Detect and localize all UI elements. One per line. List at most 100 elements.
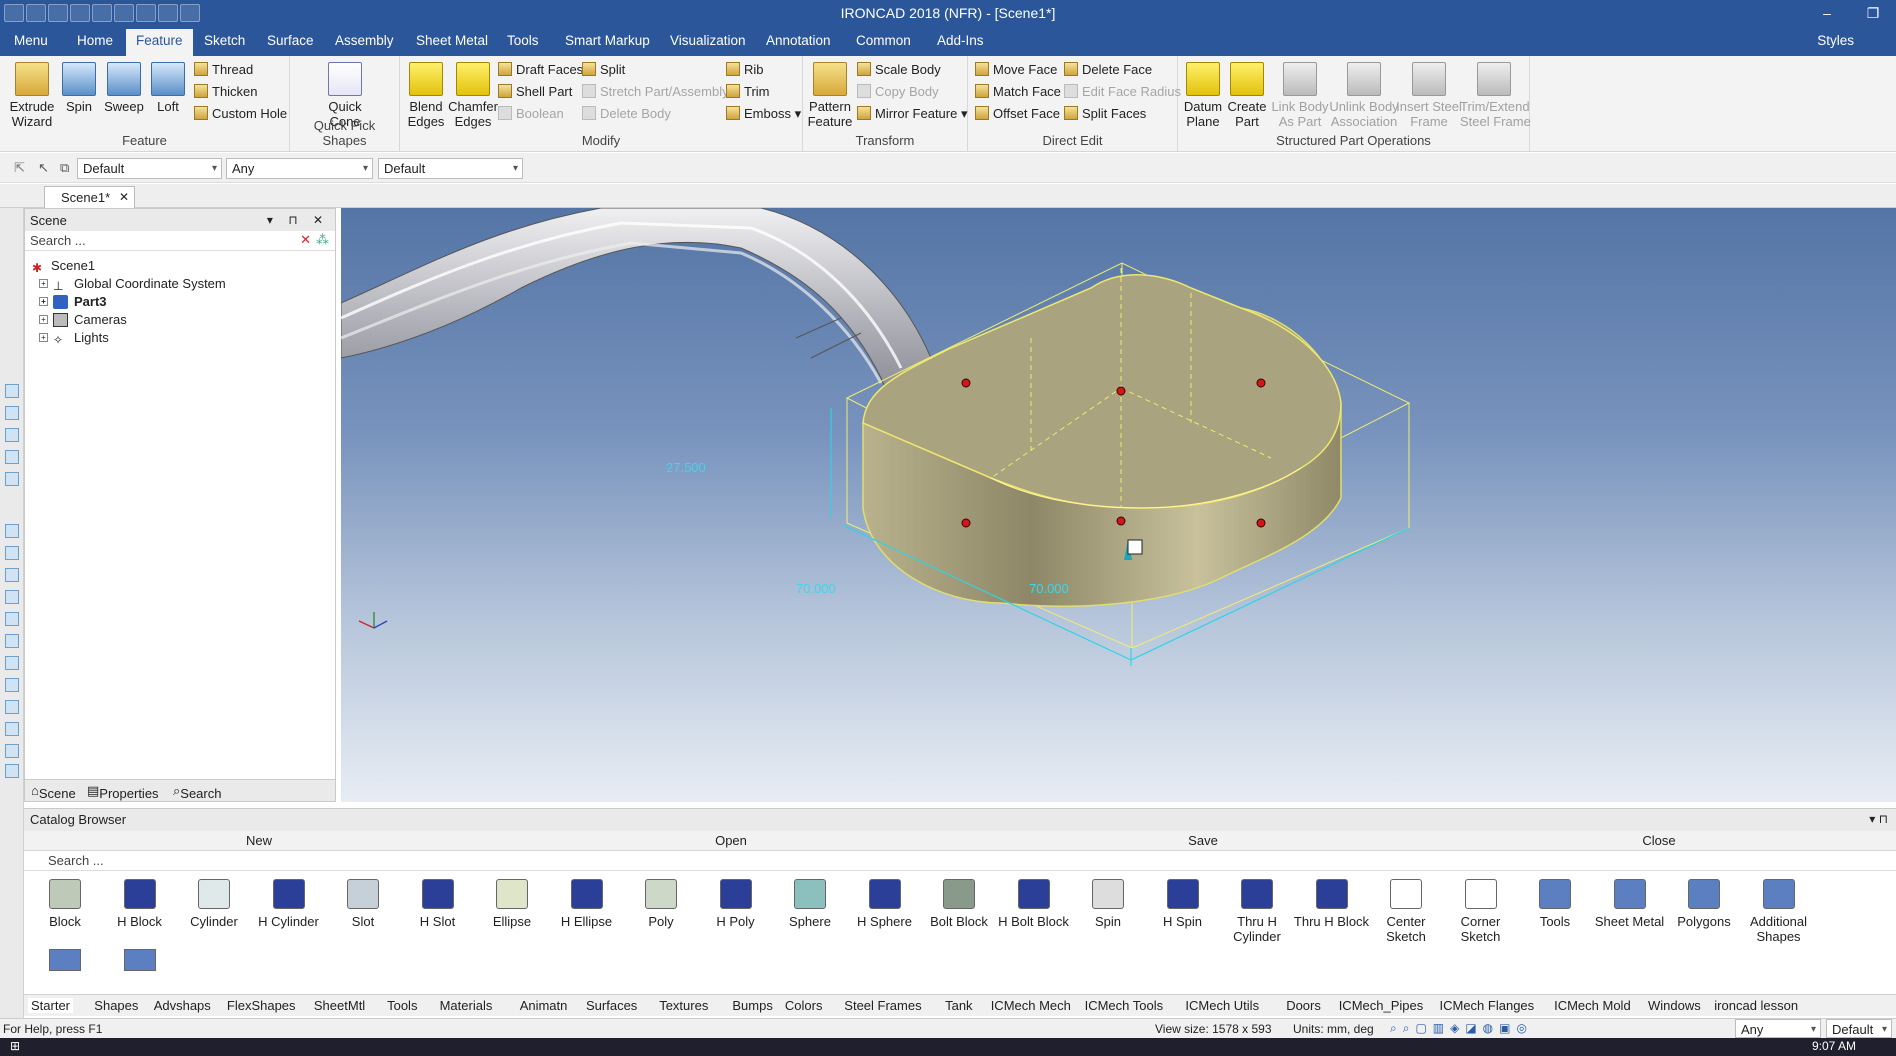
catalog-item[interactable]: Tools (1517, 879, 1593, 929)
view-tool-icon[interactable] (5, 472, 19, 486)
catalog-item[interactable]: Spin (1070, 879, 1146, 929)
view-tool-icon[interactable] (5, 524, 19, 538)
catalog-search-input[interactable]: Search ... (24, 851, 1896, 871)
catalog-save-button[interactable]: Save (968, 833, 1438, 848)
minimize-button[interactable]: – (1804, 0, 1850, 26)
draft-faces-button[interactable]: Draft Faces (498, 61, 583, 79)
rib-button[interactable]: Rib (726, 61, 764, 79)
delete-face-button[interactable]: Delete Face (1064, 61, 1152, 79)
view-tool-icon[interactable] (5, 384, 19, 398)
view-tool-icon[interactable] (5, 428, 19, 442)
catalog-item[interactable]: Slot (325, 879, 401, 929)
catalog-item[interactable]: H Cylinder (251, 879, 327, 929)
filter-icon[interactable]: ⧉ (60, 160, 69, 176)
catalog-item[interactable]: H Block (102, 879, 178, 929)
tree-item-global-coordinate-system[interactable]: + ⊥ Global Coordinate System (29, 275, 331, 293)
clear-search-icon[interactable]: ✕ (300, 232, 311, 248)
catalog-tab[interactable]: Materials (440, 998, 493, 1013)
catalog-tab[interactable]: Bumps (732, 998, 772, 1013)
catalog-item[interactable]: H Slot (400, 879, 476, 929)
thread-button[interactable]: Thread (194, 61, 253, 79)
windows-start-icon[interactable]: ⊞ (10, 1039, 20, 1053)
trim-button[interactable]: Trim (726, 83, 770, 101)
edit-face-radius-button[interactable]: Edit Face Radius (1064, 83, 1181, 101)
catalog-item[interactable]: Polygons (1666, 879, 1742, 929)
extrude-wizard-button[interactable]: Extrude Wizard (6, 62, 58, 129)
tab-surface[interactable]: Surface (267, 33, 314, 48)
catalog-item[interactable]: H Poly (698, 879, 774, 929)
catalog-tab[interactable]: Animatn (520, 998, 568, 1013)
catalog-tab[interactable]: Surfaces (586, 998, 637, 1013)
thicken-button[interactable]: Thicken (194, 83, 258, 101)
sweep-button[interactable]: Sweep (104, 62, 144, 114)
catalog-tab[interactable]: ICMech Mech (991, 998, 1071, 1013)
view-tool-icon[interactable] (5, 546, 19, 560)
copy-body-button[interactable]: Copy Body (857, 83, 939, 101)
select-tool-icon[interactable]: ⇱ (14, 160, 25, 176)
3d-viewport[interactable]: 27.500 70.000 70.000 (341, 208, 1896, 802)
panel-controls[interactable]: ▾ ⊓ ✕ (267, 213, 329, 227)
catalog-item[interactable]: Poly (623, 879, 699, 929)
unlink-body-association-button[interactable]: Unlink Body Association (1328, 62, 1400, 129)
tab-add-ins[interactable]: Add-Ins (937, 33, 984, 48)
match-face-button[interactable]: Match Face (975, 83, 1061, 101)
scale-body-button[interactable]: Scale Body (857, 61, 941, 79)
loft-button[interactable]: Loft (148, 62, 188, 114)
expand-icon[interactable]: + (39, 297, 48, 306)
mirror-feature-button[interactable]: Mirror Feature ▾ (857, 105, 968, 123)
catalog-close-button[interactable]: Close (1424, 833, 1894, 848)
catalog-tab[interactable]: Doors (1286, 998, 1321, 1013)
catalog-tab[interactable]: Tank (945, 998, 972, 1013)
tree-item-lights[interactable]: + ✧ Lights (29, 329, 331, 347)
stretch-part-button[interactable]: Stretch Part/Assembly (582, 83, 729, 101)
catalog-item[interactable]: Ellipse (474, 879, 550, 929)
spin-button[interactable]: Spin (60, 62, 98, 114)
catalog-item[interactable]: Bolt Block (921, 879, 997, 929)
custom-hole-button[interactable]: Custom Hole (194, 105, 287, 123)
catalog-item[interactable]: Thru H Block (1294, 879, 1370, 929)
create-part-button[interactable]: Create Part (1224, 62, 1270, 129)
catalog-tab[interactable]: ICMech Flanges (1440, 998, 1535, 1013)
view-tool-icon[interactable] (5, 568, 19, 582)
tab-sheet-metal[interactable]: Sheet Metal (416, 33, 488, 48)
tab-annotation[interactable]: Annotation (766, 33, 831, 48)
view-tool-icon[interactable] (5, 406, 19, 420)
view-tool-icon[interactable] (5, 700, 19, 714)
tab-feature[interactable]: Feature (126, 29, 193, 56)
datum-plane-button[interactable]: Datum Plane (1180, 62, 1226, 129)
status-filter-combo[interactable]: Any (1735, 1019, 1821, 1038)
split-button[interactable]: Split (582, 61, 625, 79)
catalog-open-button[interactable]: Open (496, 833, 966, 848)
catalog-tab[interactable]: Advshaps (154, 998, 211, 1013)
view-tool-icon[interactable] (5, 764, 19, 778)
shell-part-button[interactable]: Shell Part (498, 83, 572, 101)
view-tool-icon[interactable] (5, 450, 19, 464)
catalog-tab[interactable]: ICMech_Pipes (1339, 998, 1424, 1013)
catalog-tab[interactable]: Textures (659, 998, 708, 1013)
catalog-item[interactable]: Additional Shapes (1741, 879, 1817, 944)
catalog-item[interactable]: Cylinder (176, 879, 252, 929)
split-faces-button[interactable]: Split Faces (1064, 105, 1146, 123)
close-tab-icon[interactable]: ✕ (119, 190, 129, 204)
catalog-tab[interactable]: ironcad lesson (1714, 998, 1798, 1013)
delete-body-button[interactable]: Delete Body (582, 105, 671, 123)
boolean-button[interactable]: Boolean (498, 105, 564, 123)
pattern-feature-button[interactable]: Pattern Feature (805, 62, 855, 129)
tree-item-cameras[interactable]: + Cameras (29, 311, 331, 329)
catalog-item[interactable]: Corner Sketch (1443, 879, 1519, 944)
catalog-tab[interactable]: Tools (387, 998, 417, 1013)
search-filter-icon[interactable]: ⁂ (316, 232, 329, 248)
catalog-tab[interactable]: Windows (1648, 998, 1701, 1013)
tree-item-scene1[interactable]: ✱ Scene1 (29, 257, 331, 275)
expand-icon[interactable]: + (39, 279, 48, 288)
view-tool-icon[interactable] (5, 612, 19, 626)
catalog-tab[interactable]: Steel Frames (844, 998, 921, 1013)
view-tool-icon[interactable] (5, 656, 19, 670)
width-dimension-label[interactable]: 70.000 (796, 581, 836, 596)
view-tool-icon[interactable] (5, 590, 19, 604)
tab-tools[interactable]: Tools (507, 33, 539, 48)
catalog-item[interactable]: H Sphere (847, 879, 923, 929)
catalog-controls[interactable]: ▾ ⊓ (1869, 812, 1888, 826)
catalog-item[interactable]: Block (27, 879, 103, 929)
catalog-item[interactable]: H Spin (1145, 879, 1221, 929)
